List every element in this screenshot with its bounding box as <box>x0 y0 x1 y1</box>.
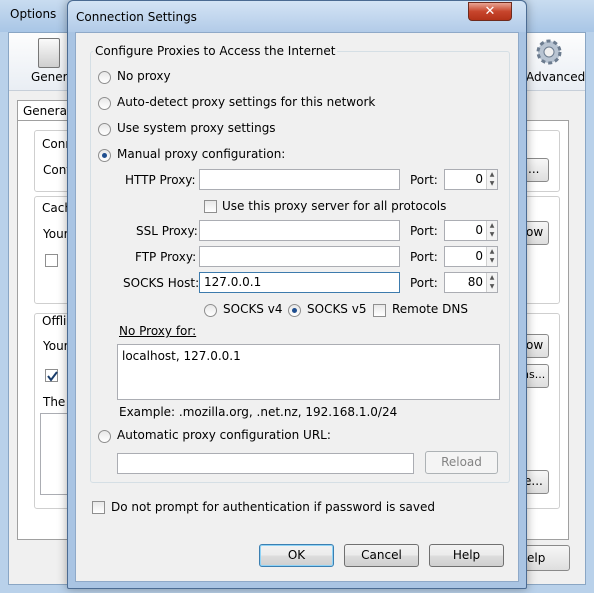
offline-list[interactable] <box>40 413 70 495</box>
dialog-title: Connection Settings <box>76 10 197 24</box>
http-proxy-input[interactable] <box>199 169 400 190</box>
socks-host-input[interactable]: 127.0.0.1 <box>199 272 400 293</box>
no-prompt-label[interactable]: Do not prompt for authentication if pass… <box>111 500 435 514</box>
http-proxy-label: HTTP Proxy: <box>125 173 196 187</box>
auto-url-label[interactable]: Automatic proxy configuration URL: <box>117 428 331 442</box>
no-proxy-for-textarea[interactable]: localhost, 127.0.0.1 <box>117 344 500 400</box>
use-for-all-label[interactable]: Use this proxy server for all protocols <box>222 199 446 213</box>
ftp-port-input[interactable]: 0 ▲ ▼ <box>444 246 498 267</box>
socks-host-label: SOCKS Host: <box>123 276 200 290</box>
cache-text: Your <box>43 227 69 241</box>
ok-button[interactable]: OK <box>259 544 334 567</box>
auto-url-radio[interactable] <box>98 430 111 443</box>
manual-proxy-radio[interactable] <box>98 149 111 162</box>
offline-checkbox[interactable] <box>45 369 58 382</box>
socks-port-value: 80 <box>467 275 483 289</box>
no-proxy-example: Example: .mozilla.org, .net.nz, 192.168.… <box>119 405 398 419</box>
proxy-group-label: Configure Proxies to Access the Internet <box>93 44 338 58</box>
ftp-proxy-label: FTP Proxy: <box>135 250 197 264</box>
help-button[interactable]: Help <box>429 544 504 567</box>
tab-general[interactable]: General <box>17 100 70 121</box>
options-window-title: Options <box>10 7 57 21</box>
auto-detect-radio[interactable] <box>98 97 111 110</box>
options-help-button[interactable]: elp <box>520 545 570 571</box>
socks-v4-radio[interactable] <box>204 304 217 317</box>
ssl-port-stepper[interactable]: ▲ ▼ <box>486 221 497 240</box>
ssl-proxy-input[interactable] <box>199 220 400 241</box>
ftp-proxy-input[interactable] <box>199 246 400 267</box>
http-port-input[interactable]: 0 ▲ ▼ <box>444 169 498 190</box>
ftp-port-stepper[interactable]: ▲ ▼ <box>486 247 497 266</box>
ssl-proxy-label: SSL Proxy: <box>136 224 198 238</box>
socks-port-input[interactable]: 80 ▲ ▼ <box>444 272 498 293</box>
socks-v5-label[interactable]: SOCKS v5 <box>307 302 366 316</box>
ftp-port-value: 0 <box>475 249 483 263</box>
gear-icon[interactable] <box>534 37 564 67</box>
use-for-all-checkbox[interactable] <box>204 200 217 213</box>
no-prompt-checkbox[interactable] <box>92 501 105 514</box>
socks-v5-radio[interactable] <box>288 304 301 317</box>
manual-proxy-label[interactable]: Manual proxy configuration: <box>117 147 285 161</box>
general-pane-icon[interactable] <box>38 38 60 68</box>
offline-text2: The <box>43 395 66 409</box>
reload-button[interactable]: Reload <box>425 451 498 474</box>
cache-checkbox[interactable] <box>45 254 58 267</box>
cancel-button[interactable]: Cancel <box>344 544 419 567</box>
no-proxy-label[interactable]: No proxy <box>117 69 171 83</box>
system-proxy-label[interactable]: Use system proxy settings <box>117 121 276 135</box>
socks-port-label: Port: <box>410 276 438 290</box>
http-port-value: 0 <box>475 172 483 186</box>
no-proxy-radio[interactable] <box>98 71 111 84</box>
http-port-label: Port: <box>410 173 438 187</box>
no-proxy-for-label: No Proxy for: <box>119 324 197 338</box>
ssl-port-input[interactable]: 0 ▲ ▼ <box>444 220 498 241</box>
remote-dns-checkbox[interactable] <box>373 304 386 317</box>
pane-advanced-label[interactable]: Advanced <box>526 70 585 84</box>
auto-url-input[interactable] <box>117 453 414 474</box>
system-proxy-radio[interactable] <box>98 123 111 136</box>
auto-detect-label[interactable]: Auto-detect proxy settings for this netw… <box>117 95 375 109</box>
socks-port-stepper[interactable]: ▲ ▼ <box>486 273 497 292</box>
offline-text: Your <box>43 339 69 353</box>
socks-v4-label[interactable]: SOCKS v4 <box>223 302 282 316</box>
ftp-port-label: Port: <box>410 250 438 264</box>
close-icon[interactable]: ✕ <box>468 2 512 21</box>
remote-dns-label[interactable]: Remote DNS <box>392 302 468 316</box>
http-port-stepper[interactable]: ▲ ▼ <box>486 170 497 189</box>
ssl-port-value: 0 <box>475 223 483 237</box>
ssl-port-label: Port: <box>410 224 438 238</box>
